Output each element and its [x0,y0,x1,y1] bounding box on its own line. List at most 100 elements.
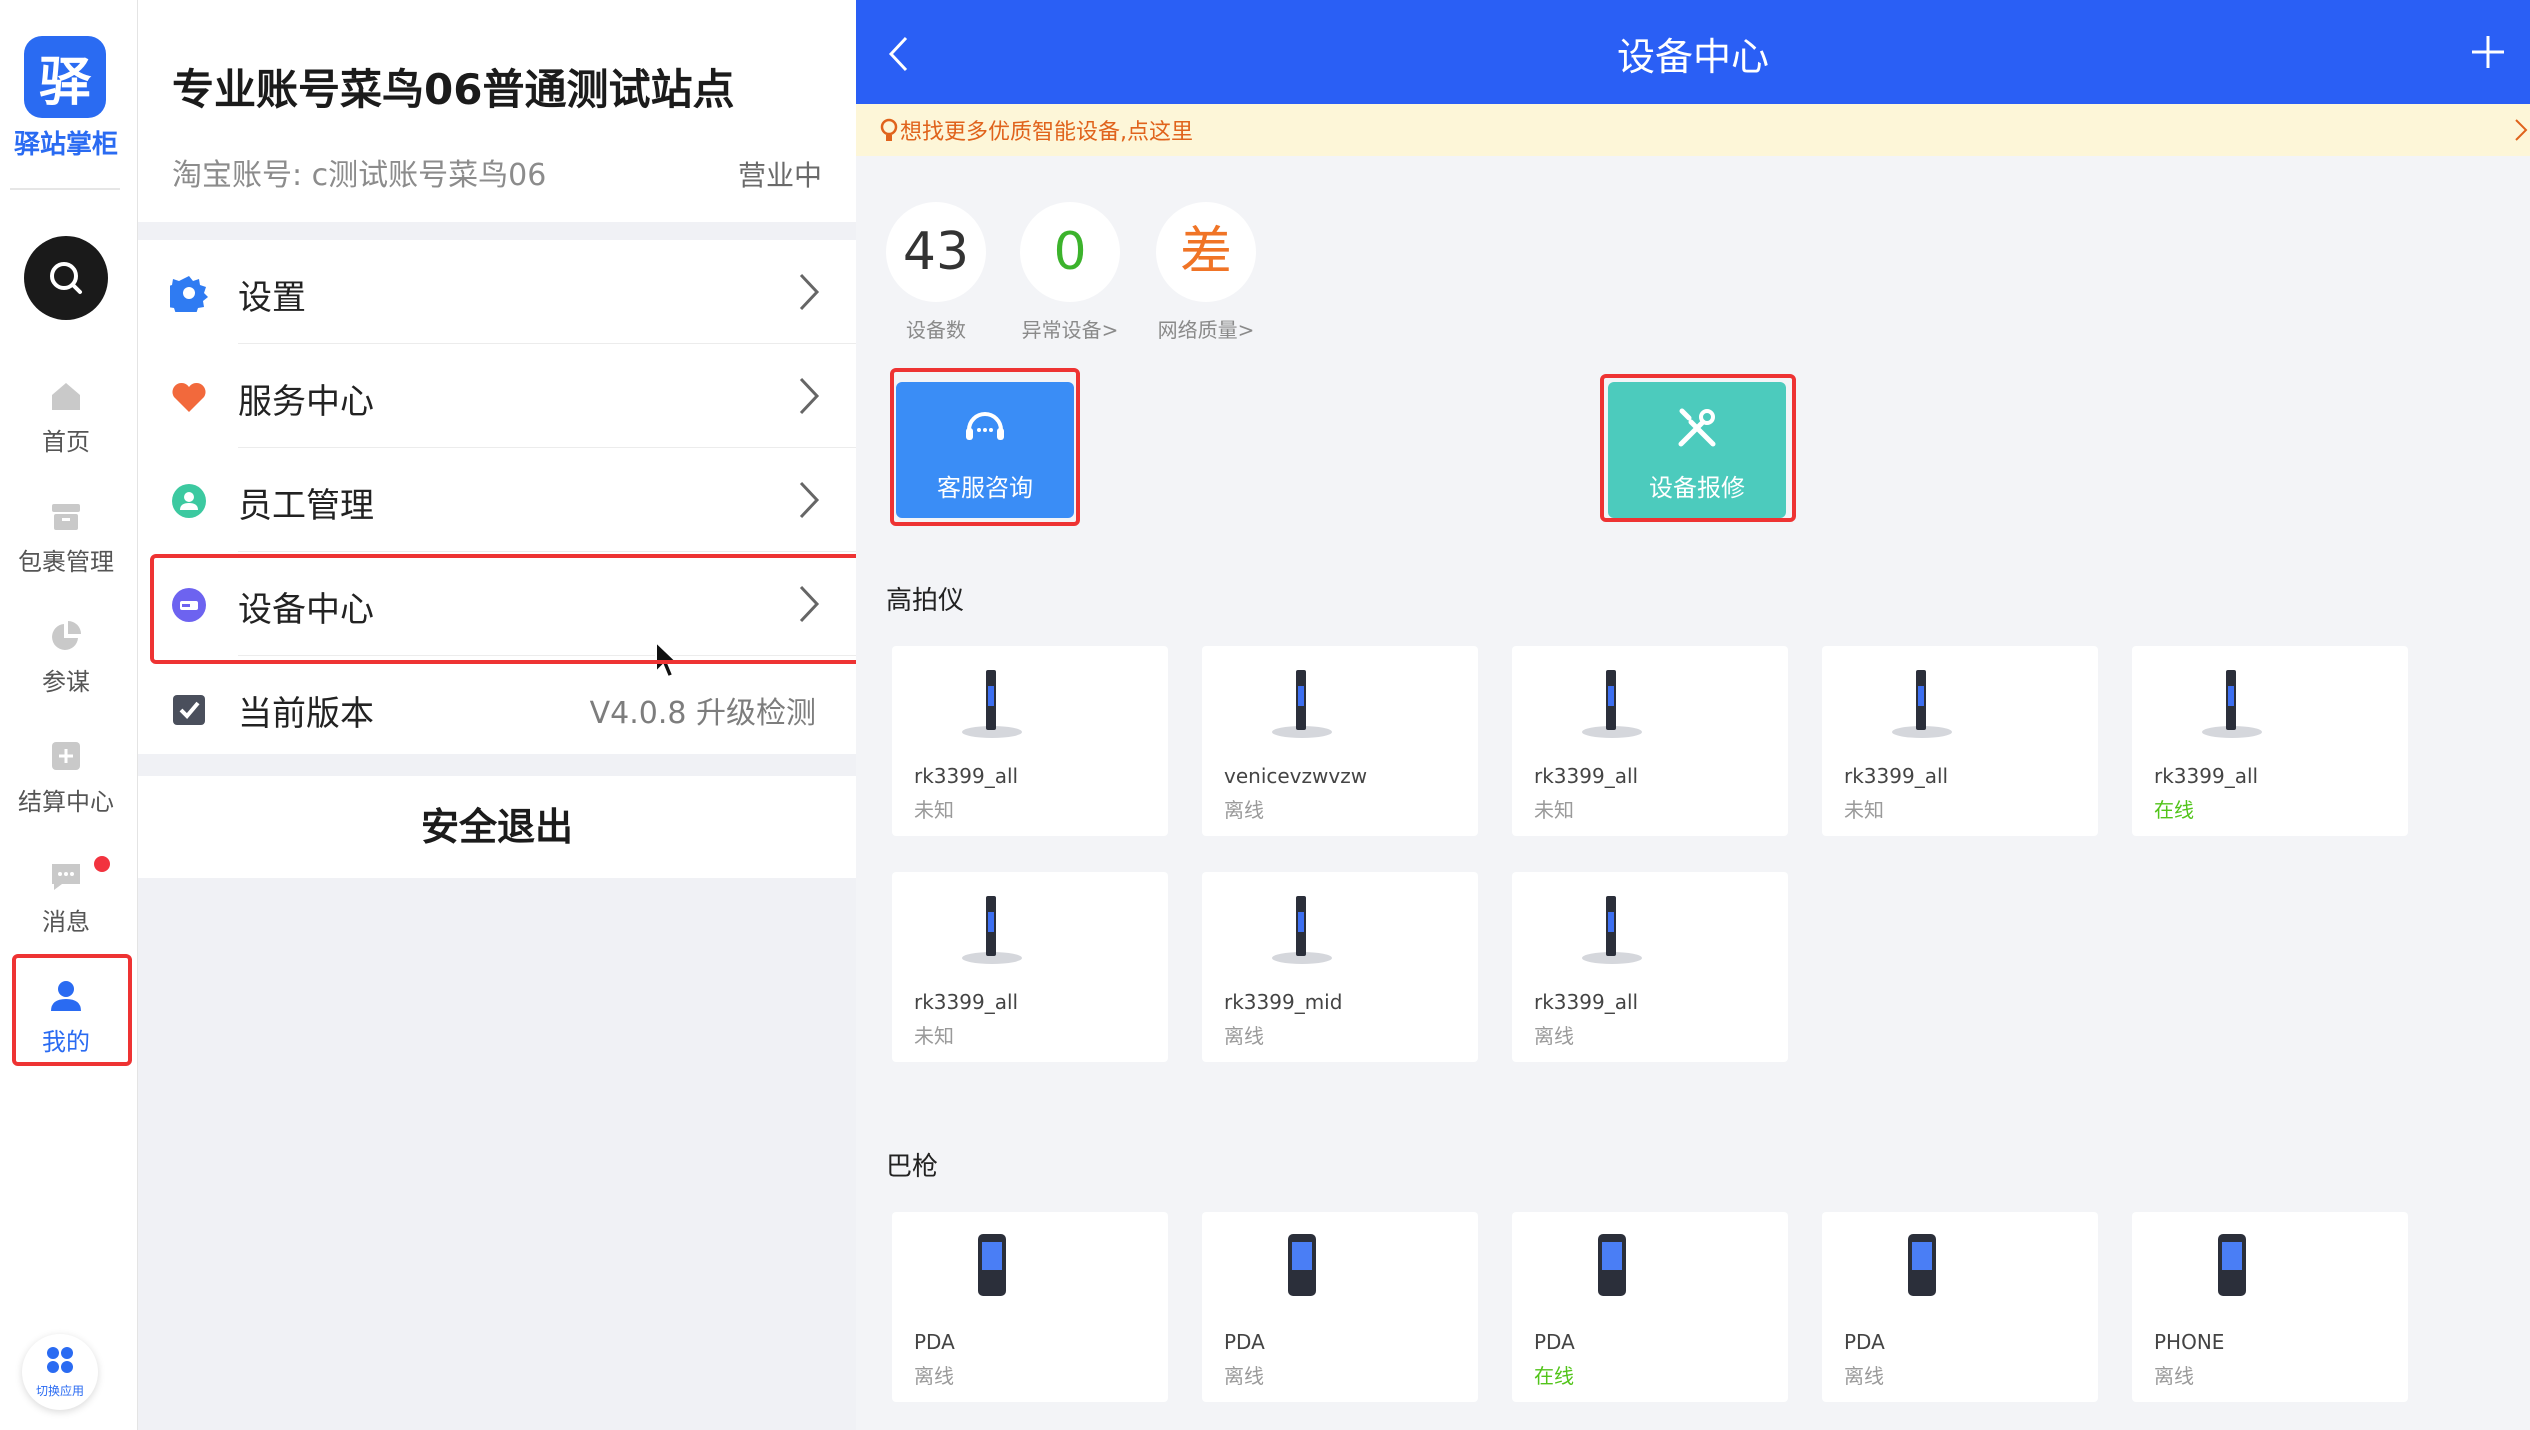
device-card[interactable]: rk3399_all 未知 [1512,646,1788,836]
section-title-scanner: 高拍仪 [886,586,965,616]
device-name: rk3399_all [1534,764,1639,788]
device-card[interactable]: rk3399_all 在线 [2132,646,2408,836]
account-card: 专业账号菜鸟06普通测试站点 淘宝账号: c测试账号菜鸟06 营业中 [138,0,856,222]
search-button[interactable] [24,236,108,320]
section-title-barcode-gun: 巴枪 [886,1152,939,1182]
device-card[interactable]: rk3399_all 未知 [1822,646,2098,836]
document-camera-icon [1272,896,1332,964]
add-device-button[interactable] [2468,32,2508,72]
message-icon [52,864,80,890]
page-title: 设备中心 [1616,35,1769,79]
device-status: 未知 [1844,798,1884,822]
device-card[interactable]: rk3399_all 未知 [892,872,1168,1062]
logout-button[interactable]: 安全退出 [138,776,856,878]
document-camera-icon [2202,670,2262,738]
chevron-right-icon [2515,119,2528,141]
highlight-box-device-center [150,554,972,664]
device-card[interactable]: PDA 离线 [1822,1212,2098,1402]
version-upgrade-check[interactable]: V4.0.8 升级检测 [590,688,816,732]
stat-device-count: 43 [886,202,986,302]
profile-menu: 设置 服务中心 员工管理 设备中心 当前版本 V4.0.8 升级检测 [138,240,856,754]
profile-panel: 专业账号菜鸟06普通测试站点 淘宝账号: c测试账号菜鸟06 营业中 设置 服务… [138,0,856,1430]
menu-item-label: 设置 [238,278,306,318]
device-name: venicevzwvzw [1224,764,1368,788]
highlight-box-device-repair [1600,374,1796,522]
device-name: PDA [1844,1330,1885,1354]
chevron-right-icon [799,481,820,519]
device-status: 在线 [1534,1364,1574,1388]
nav-label: 消息 [42,908,90,936]
chevron-right-icon [799,377,820,415]
document-camera-icon [1582,670,1642,738]
stat-network-quality[interactable]: 差 [1156,202,1256,302]
switch-app-label: 切换应用 [35,1384,84,1398]
nav-item-package[interactable]: 包裹管理 [0,498,132,577]
document-camera-icon [1582,896,1642,964]
stat-label[interactable]: 异常设备> [1000,314,1140,343]
nav-item-advisor[interactable]: 参谋 [0,618,132,697]
highlight-box-customer-service [890,368,1080,526]
device-center-header: 设备中心 [856,0,2530,104]
document-camera-icon [1272,670,1332,738]
menu-item-version[interactable]: 当前版本 V4.0.8 升级检测 [138,656,856,760]
nav-item-settlement[interactable]: 结算中心 [0,738,132,817]
device-name: PDA [1534,1330,1575,1354]
device-status: 离线 [1224,1364,1264,1388]
promo-tip-bar[interactable]: 想找更多优质智能设备,点这里 [856,104,2530,156]
nav-label: 包裹管理 [18,548,114,576]
nav-rail: 驿 驿站掌柜 首页 包裹管理 参谋 结算中心 消息 我的 切换应用 [0,0,138,1430]
device-name: rk3399_mid [1224,990,1343,1014]
rail-divider [10,188,120,190]
stat-label[interactable]: 网络质量> [1136,314,1276,343]
switch-app-button[interactable]: 切换应用 [22,1334,98,1410]
app-name: 驿站掌柜 [13,130,118,160]
stat-value: 0 [1053,222,1087,282]
unread-badge-dot [94,856,110,872]
device-name: rk3399_all [2154,764,2259,788]
stat-value: 差 [1179,222,1232,282]
menu-item-service-center[interactable]: 服务中心 [138,344,856,448]
device-status: 未知 [914,1024,954,1048]
menu-item-staff[interactable]: 员工管理 [138,448,856,552]
device-name: rk3399_all [914,764,1019,788]
document-camera-icon [962,896,1022,964]
device-card[interactable]: venicevzwvzw 离线 [1202,646,1478,836]
device-card[interactable]: PHONE 离线 [2132,1212,2408,1402]
device-card[interactable]: rk3399_all 未知 [892,646,1168,836]
apps-grid-icon [47,1347,73,1373]
device-card[interactable]: PDA 离线 [892,1212,1168,1402]
nav-label: 首页 [42,428,90,456]
pie-chart-icon [52,621,81,650]
pda-icon [1288,1234,1316,1296]
device-center-panel: 设备中心 想找更多优质智能设备,点这里 43 设备数 0 异常设备> 差 网络质… [856,0,2530,1430]
nav-item-messages[interactable]: 消息 [0,858,132,937]
taobao-account: 淘宝账号: c测试账号菜鸟06 [172,158,547,193]
device-card[interactable]: PDA 在线 [1512,1212,1788,1402]
stat-abnormal-devices[interactable]: 0 [1020,202,1120,302]
pda-icon [1908,1234,1936,1296]
device-card[interactable]: rk3399_mid 离线 [1202,872,1478,1062]
pda-icon [978,1234,1006,1296]
nav-item-home[interactable]: 首页 [0,378,132,457]
business-status: 营业中 [737,159,822,192]
device-status: 离线 [914,1364,954,1388]
package-icon [52,504,80,530]
menu-item-settings[interactable]: 设置 [138,240,856,344]
station-title: 专业账号菜鸟06普通测试站点 [172,65,735,114]
device-status: 离线 [2154,1364,2194,1388]
device-card[interactable]: rk3399_all 离线 [1512,872,1788,1062]
menu-item-label: 当前版本 [238,694,374,734]
device-status: 离线 [1224,1024,1264,1048]
device-status: 未知 [1534,798,1574,822]
version-check-icon [173,695,205,725]
pda-icon [1598,1234,1626,1296]
promo-tip-text: 想找更多优质智能设备,点这里 [900,120,1193,145]
device-name: PDA [914,1330,955,1354]
app-logo: 驿 [24,36,106,118]
device-status: 未知 [914,798,954,822]
device-card[interactable]: PDA 离线 [1202,1212,1478,1402]
document-camera-icon [1892,670,1952,738]
device-name: rk3399_all [914,990,1019,1014]
app-root: 驿 驿站掌柜 首页 包裹管理 参谋 结算中心 消息 我的 切换应用 专业账号菜鸟… [0,0,2530,1430]
nav-label: 参谋 [42,668,90,696]
